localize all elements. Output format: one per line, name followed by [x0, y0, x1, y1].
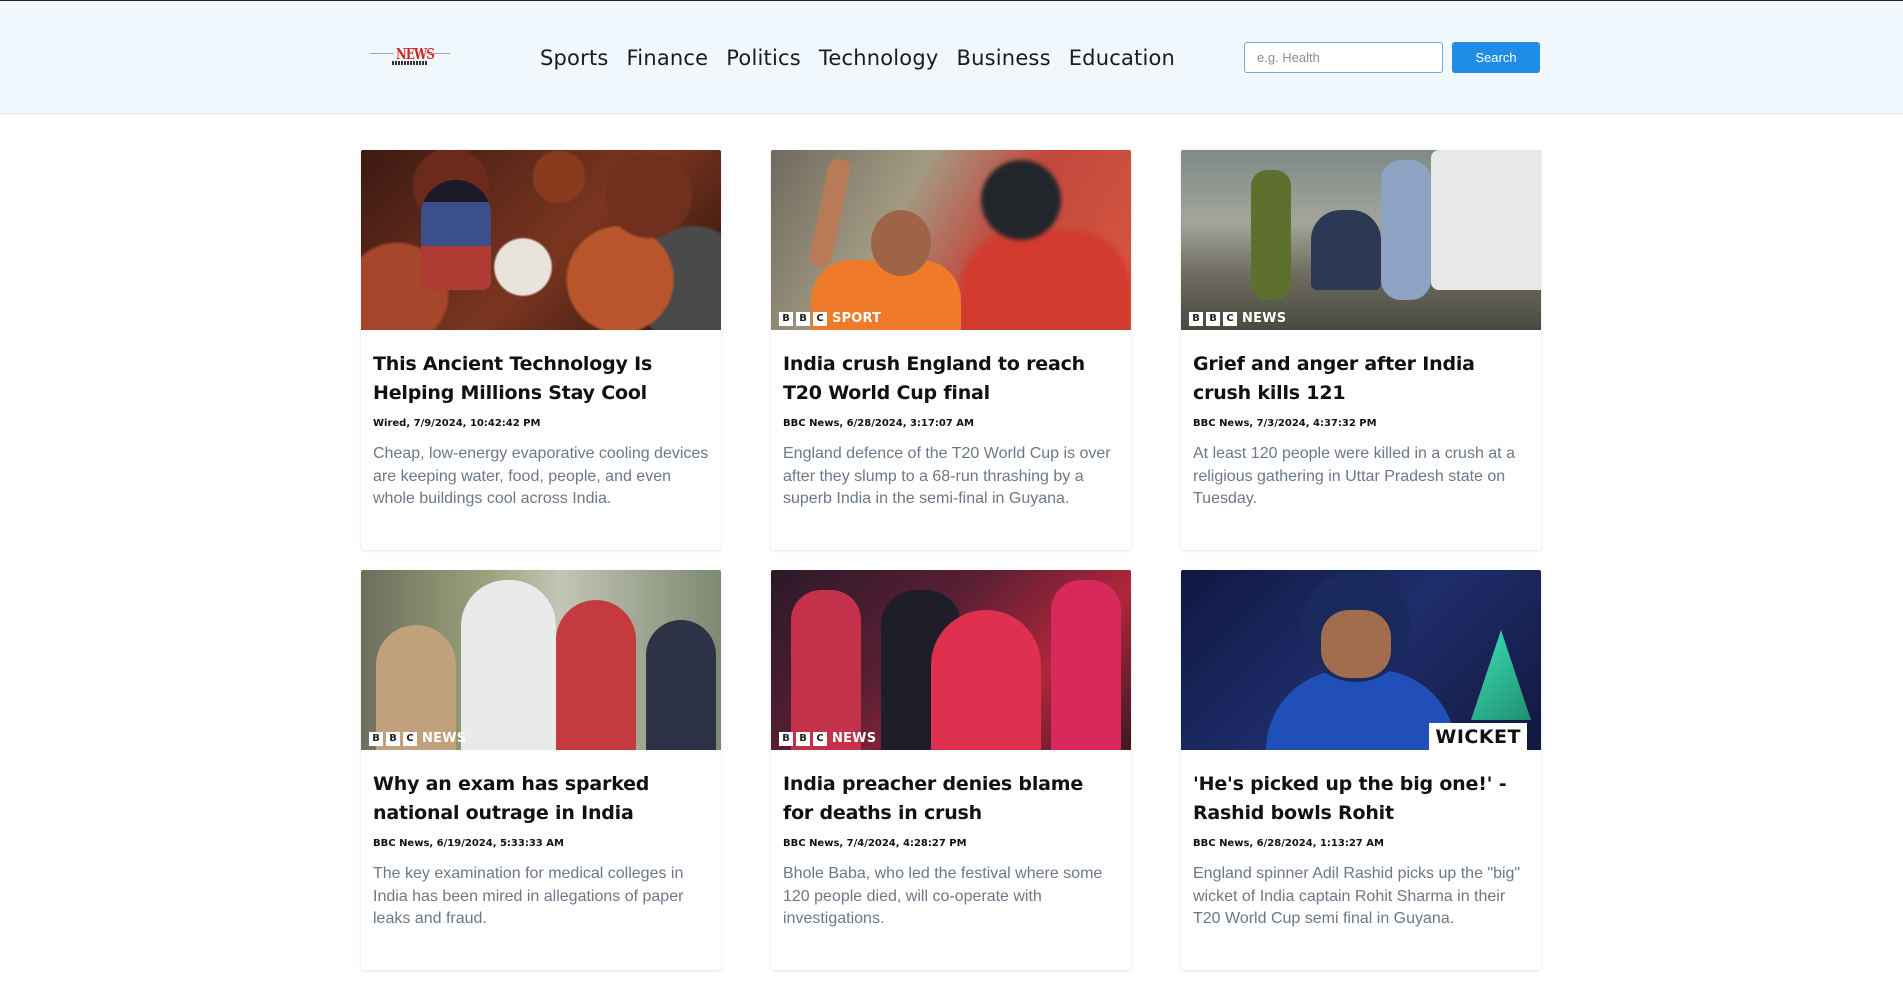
image-grieving-crowd	[1181, 150, 1541, 330]
image-figure	[461, 580, 556, 750]
article-image[interactable]: B B C SPORT	[771, 150, 1131, 330]
article-title[interactable]: 'He's picked up the big one!' - Rashid b…	[1193, 770, 1529, 828]
badge-letter: C	[1223, 311, 1237, 326]
article-image[interactable]: B B C NEWS	[1181, 150, 1541, 330]
search-button[interactable]: Search	[1452, 42, 1540, 73]
nav-education[interactable]: Education	[1069, 43, 1175, 73]
article-description: England spinner Adil Rashid picks up the…	[1193, 865, 1521, 927]
article-source-date: BBC News, 7/3/2024, 4:37:32 PM	[1193, 418, 1377, 429]
site-header: NEWS Sports Finance Politics Technology …	[0, 1, 1903, 114]
image-figure	[961, 230, 1131, 330]
article-description: Cheap, low-energy evaporative cooling de…	[373, 445, 709, 507]
article-card[interactable]: This Ancient Technology Is Helping Milli…	[361, 150, 721, 550]
badge-letter: B	[796, 731, 810, 746]
image-figure	[981, 160, 1061, 240]
nav-politics[interactable]: Politics	[726, 43, 801, 73]
article-description: Bhole Baba, who led the festival where s…	[783, 865, 1103, 927]
image-figure	[1471, 630, 1531, 720]
image-clay-pots	[361, 150, 721, 330]
article-source-date: Wired, 7/9/2024, 10:42:42 PM	[373, 418, 541, 429]
image-figure	[1051, 580, 1121, 750]
nav-business[interactable]: Business	[957, 43, 1051, 73]
article-image[interactable]	[361, 150, 721, 330]
nav-technology[interactable]: Technology	[819, 43, 939, 73]
image-figure	[1321, 610, 1391, 678]
image-figure	[1266, 670, 1456, 750]
article-card[interactable]: WICKET 'He's picked up the big one!' - R…	[1181, 570, 1541, 970]
article-title[interactable]: Grief and anger after India crush kills …	[1193, 350, 1529, 408]
badge-letter: B	[369, 731, 383, 746]
article-description: The key examination for medical colleges…	[373, 865, 684, 927]
wicket-badge: WICKET	[1429, 723, 1527, 750]
image-figure	[556, 600, 636, 750]
bbc-badge: B B C NEWS	[779, 731, 876, 746]
nav-finance[interactable]: Finance	[627, 43, 709, 73]
article-title[interactable]: India preacher denies blame for deaths i…	[783, 770, 1119, 828]
article-image[interactable]: B B C NEWS	[361, 570, 721, 750]
badge-letter: B	[779, 311, 793, 326]
logo-tagline-mark	[392, 61, 428, 65]
category-nav: Sports Finance Politics Technology Busin…	[540, 43, 1175, 73]
article-card[interactable]: B B C NEWS Grief and anger after India c…	[1181, 150, 1541, 550]
badge-letter: B	[796, 311, 810, 326]
image-figure	[1431, 150, 1541, 290]
image-figure	[1311, 210, 1381, 290]
article-source-date: BBC News, 7/4/2024, 4:28:27 PM	[783, 838, 967, 849]
logo-rule-right	[426, 53, 450, 54]
article-grid: This Ancient Technology Is Helping Milli…	[361, 150, 1541, 970]
article-title[interactable]: This Ancient Technology Is Helping Milli…	[373, 350, 709, 408]
article-card[interactable]: B B C SPORT India crush England to reach…	[771, 150, 1131, 550]
badge-letter: B	[386, 731, 400, 746]
image-figure	[931, 610, 1041, 750]
badge-letter: B	[779, 731, 793, 746]
badge-letter: B	[1189, 311, 1203, 326]
image-mourning-women	[771, 570, 1131, 750]
badge-letter: B	[1206, 311, 1220, 326]
article-card[interactable]: B B C NEWS India preacher denies blame f…	[771, 570, 1131, 970]
image-figure	[421, 180, 491, 290]
image-exam-students	[361, 570, 721, 750]
article-image[interactable]: B B C NEWS	[771, 570, 1131, 750]
image-figure	[791, 590, 861, 750]
image-cricket-celebration	[771, 150, 1131, 330]
article-title[interactable]: Why an exam has sparked national outrage…	[373, 770, 709, 828]
article-description: At least 120 people were killed in a cru…	[1193, 445, 1515, 507]
badge-label: NEWS	[1242, 311, 1287, 326]
bbc-badge: B B C NEWS	[1189, 311, 1286, 326]
search-input[interactable]	[1244, 42, 1443, 73]
bbc-badge: B B C NEWS	[369, 731, 466, 746]
image-figure	[1381, 160, 1431, 300]
image-figure	[646, 620, 716, 750]
nav-sports[interactable]: Sports	[540, 43, 609, 73]
image-figure	[871, 210, 931, 276]
bbc-badge: B B C SPORT	[779, 311, 881, 326]
badge-letter: C	[813, 311, 827, 326]
article-image[interactable]: WICKET	[1181, 570, 1541, 750]
article-title[interactable]: India crush England to reach T20 World C…	[783, 350, 1119, 408]
article-source-date: BBC News, 6/28/2024, 3:17:07 AM	[783, 418, 974, 429]
article-source-date: BBC News, 6/28/2024, 1:13:27 AM	[1193, 838, 1384, 849]
logo-rule-left	[370, 53, 394, 54]
image-figure	[807, 156, 853, 270]
badge-letter: C	[813, 731, 827, 746]
article-source-date: BBC News, 6/19/2024, 5:33:33 AM	[373, 838, 564, 849]
article-card[interactable]: B B C NEWS Why an exam has sparked natio…	[361, 570, 721, 970]
badge-label: NEWS	[832, 731, 877, 746]
badge-label: SPORT	[832, 311, 882, 326]
image-figure	[1251, 170, 1291, 300]
article-description: England defence of the T20 World Cup is …	[783, 445, 1111, 507]
site-logo[interactable]: NEWS	[370, 41, 450, 67]
badge-label: NEWS	[422, 731, 467, 746]
badge-letter: C	[403, 731, 417, 746]
